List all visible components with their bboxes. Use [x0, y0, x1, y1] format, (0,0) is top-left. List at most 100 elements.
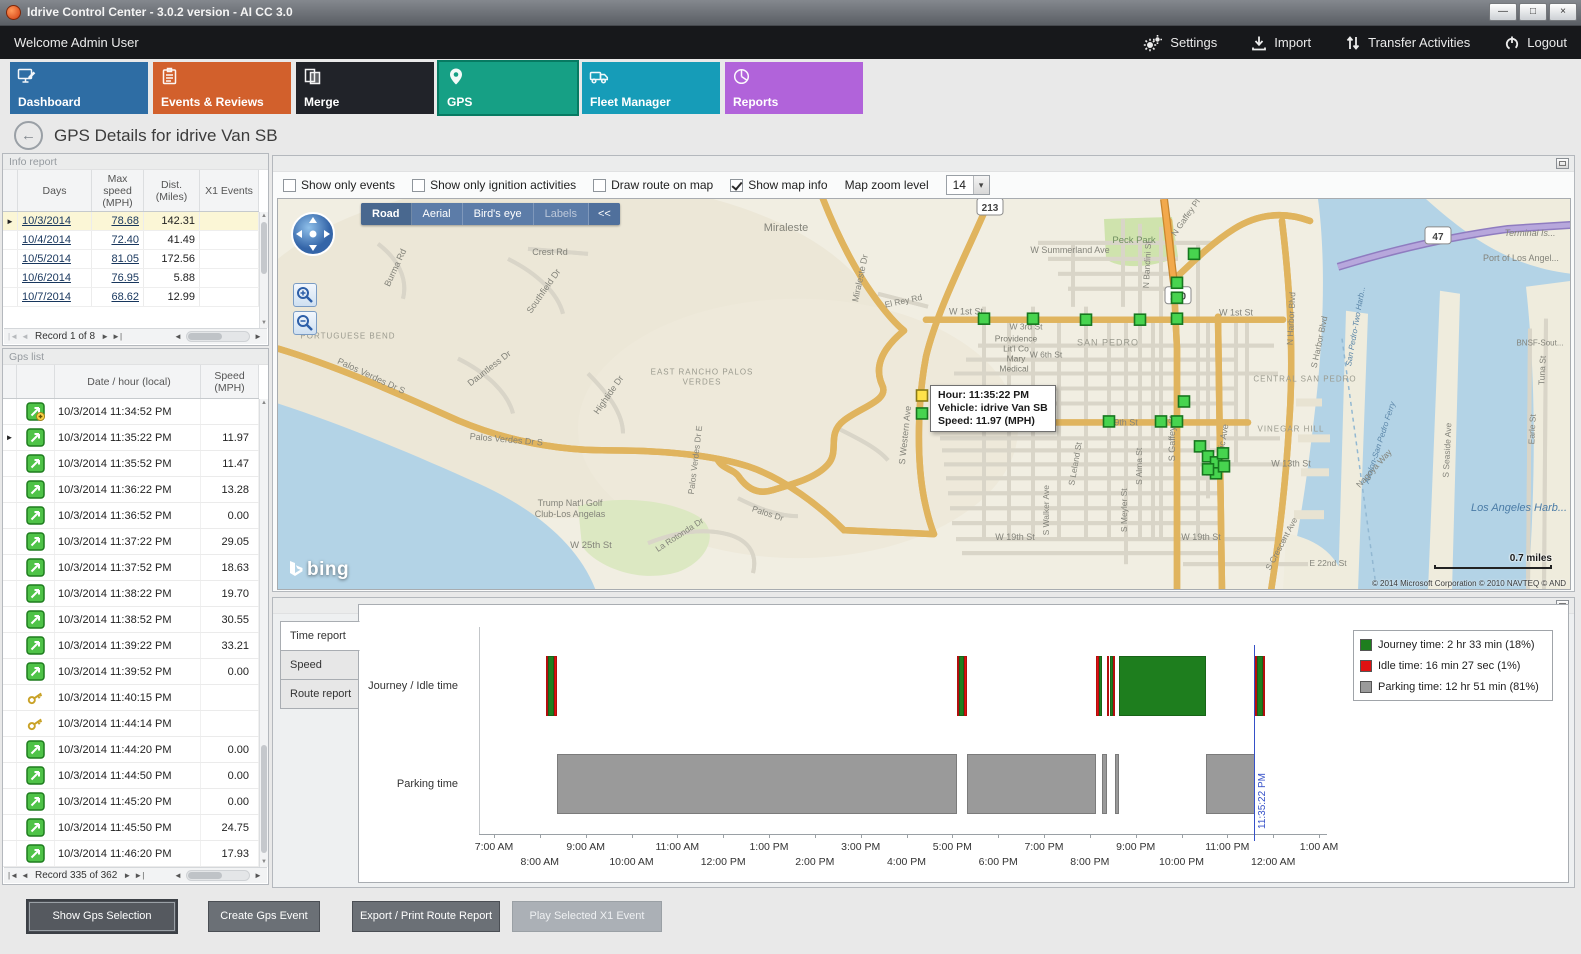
map-zoom-in-button[interactable]	[293, 283, 317, 307]
checkbox-box-icon[interactable]	[412, 179, 425, 192]
gps-marker[interactable]	[1028, 313, 1039, 324]
gps-list-row[interactable]: 10/3/2014 11:38:22 PM19.70	[3, 581, 259, 607]
map-zoom-out-button[interactable]	[293, 311, 317, 335]
nav-tile-dashboard[interactable]: Dashboard	[10, 62, 148, 114]
checkbox-show-map-info[interactable]: Show map info	[730, 178, 827, 192]
max-speed-link[interactable]: 76.95	[111, 272, 139, 284]
gps-pager-last-button[interactable]: ►|	[133, 871, 145, 880]
info-report-row[interactable]: 10/6/201476.955.88	[3, 269, 259, 288]
gps-list-row[interactable]: 10/3/2014 11:44:20 PM0.00	[3, 737, 259, 763]
footer-button-create-gps-event[interactable]: Create Gps Event	[208, 901, 320, 932]
info-column-header[interactable]: X1 Events	[200, 170, 259, 211]
gps-list-row[interactable]: 10/3/2014 11:44:14 PM	[3, 711, 259, 737]
footer-button-show-gps-selection[interactable]: Show Gps Selection	[28, 901, 176, 932]
gps-marker[interactable]	[1104, 416, 1115, 427]
day-link[interactable]: 10/6/2014	[22, 272, 71, 284]
scroll-up-icon[interactable]: ▲	[260, 399, 268, 408]
minimize-button[interactable]: —	[1489, 3, 1517, 21]
gps-list-row[interactable]: 10/3/2014 11:36:22 PM13.28	[3, 477, 259, 503]
map-menu-collapse-button[interactable]: <<	[589, 203, 620, 225]
gps-list-row[interactable]: 10/3/2014 11:37:22 PM29.05	[3, 529, 259, 555]
map-pan-control[interactable]	[290, 211, 336, 260]
gps-marker[interactable]	[1172, 277, 1183, 288]
scroll-left-icon[interactable]: ◄	[172, 871, 184, 880]
gps-marker[interactable]	[1135, 314, 1146, 325]
scroll-right-icon[interactable]: ►	[252, 871, 264, 880]
gps-marker[interactable]	[1172, 313, 1183, 324]
nav-tile-merge[interactable]: Merge	[296, 62, 434, 114]
info-pager-last-button[interactable]: ►|	[111, 332, 123, 341]
info-report-row[interactable]: 10/5/201481.05172.56	[3, 250, 259, 269]
gps-pager-hscrollbar[interactable]: ◄►	[172, 870, 264, 881]
scroll-left-icon[interactable]: ◄	[172, 332, 184, 341]
gps-list-row[interactable]: 10/3/2014 11:46:20 PM17.93	[3, 841, 259, 867]
scroll-down-icon[interactable]: ▼	[260, 858, 268, 867]
gps-list-row[interactable]: 10/3/2014 11:37:52 PM18.63	[3, 555, 259, 581]
maximize-button[interactable]: □	[1519, 3, 1547, 21]
map-panel-collapse-button[interactable]	[1556, 158, 1569, 169]
nav-tile-reports[interactable]: Reports	[725, 62, 863, 114]
gps-marker[interactable]	[1172, 416, 1183, 427]
gps-list-row[interactable]: 10/3/2014 11:45:50 PM24.75	[3, 815, 259, 841]
info-column-header[interactable]: Dist. (Miles)	[144, 170, 200, 211]
gps-pager-first-button[interactable]: |◄	[7, 871, 19, 880]
day-link[interactable]: 10/5/2014	[22, 253, 71, 265]
footer-button-export-print-route-report[interactable]: Export / Print Route Report	[352, 901, 500, 932]
gps-marker[interactable]	[1179, 396, 1190, 407]
gps-marker[interactable]	[1219, 461, 1230, 472]
gps-pager-prev-button[interactable]: ◄	[19, 871, 31, 880]
gps-marker[interactable]	[1081, 314, 1092, 325]
max-speed-link[interactable]: 72.40	[111, 234, 139, 246]
gps-list-row[interactable]: 10/3/2014 11:35:52 PM11.47	[3, 451, 259, 477]
close-button[interactable]: ×	[1549, 3, 1577, 21]
gps-marker[interactable]	[1218, 448, 1229, 459]
gps-pager-next-button[interactable]: ►	[121, 871, 133, 880]
gps-list-row[interactable]: 10/3/2014 11:44:50 PM0.00	[3, 763, 259, 789]
info-pager-first-button[interactable]: |◄	[7, 332, 19, 341]
checkbox-draw-route-on-map[interactable]: Draw route on map	[593, 178, 713, 192]
map-style-bird-s-eye[interactable]: Bird's eye	[463, 203, 534, 225]
nav-tile-events[interactable]: Events & Reviews	[153, 62, 291, 114]
chevron-down-icon[interactable]: ▾	[973, 176, 989, 194]
info-pager-next-button[interactable]: ►	[99, 332, 111, 341]
info-column-header[interactable]: Max speed (MPH)	[92, 170, 144, 211]
gps-list-pager[interactable]: |◄◄Record 335 of 362►►|◄►	[4, 867, 267, 883]
back-button[interactable]: ←	[14, 121, 43, 150]
topbar-action-settings[interactable]: Settings	[1143, 34, 1217, 52]
topbar-action-import[interactable]: Import	[1251, 35, 1311, 51]
gps-list-row[interactable]: 10/3/2014 11:39:22 PM33.21	[3, 633, 259, 659]
scroll-up-icon[interactable]: ▲	[260, 212, 268, 221]
info-column-header[interactable]: Days	[18, 170, 92, 211]
gps-column-header[interactable]: Date / hour (local)	[55, 365, 201, 398]
info-vertical-scrollbar[interactable]: ▲ ▼	[259, 212, 268, 328]
map-style-labels[interactable]: Labels	[534, 203, 589, 225]
checkbox-show-only-ignition-activities[interactable]: Show only ignition activities	[412, 178, 576, 192]
gps-list-row[interactable]: 10/3/2014 11:40:15 PM	[3, 685, 259, 711]
checkbox-show-only-events[interactable]: Show only events	[283, 178, 395, 192]
chart-tab-route-report[interactable]: Route report	[280, 679, 359, 709]
day-link[interactable]: 10/7/2014	[22, 291, 71, 303]
gps-list-row[interactable]: 10/3/2014 11:36:52 PM0.00	[3, 503, 259, 529]
map-zoom-select[interactable]: 14▾	[946, 175, 990, 195]
info-pager-hscrollbar[interactable]: ◄►	[172, 331, 264, 342]
checkbox-box-icon[interactable]	[730, 179, 743, 192]
gps-list-row[interactable]: 10/3/2014 11:45:20 PM0.00	[3, 789, 259, 815]
gps-list-row[interactable]: 10/3/2014 11:39:52 PM0.00	[3, 659, 259, 685]
gps-list-row[interactable]: ►10/3/2014 11:35:22 PM11.97	[3, 425, 259, 451]
gps-list-row[interactable]: 10/3/2014 11:34:52 PM	[3, 399, 259, 425]
time-cursor-line[interactable]	[1254, 645, 1255, 841]
map-style-road[interactable]: Road	[361, 203, 412, 225]
max-speed-link[interactable]: 78.68	[111, 215, 139, 227]
gps-marker[interactable]	[979, 313, 990, 324]
map-canvas[interactable]: MiralestePeck ParkW Summerland AveCrest …	[277, 198, 1571, 590]
gps-column-header[interactable]: Speed (MPH)	[201, 365, 259, 398]
info-report-row[interactable]: 10/7/201468.6212.99	[3, 288, 259, 307]
info-report-pager[interactable]: |◄◄Record 1 of 8►►|◄►	[4, 328, 267, 344]
scroll-right-icon[interactable]: ►	[252, 332, 264, 341]
day-link[interactable]: 10/4/2014	[22, 234, 71, 246]
checkbox-box-icon[interactable]	[283, 179, 296, 192]
gps-list-row[interactable]: 10/3/2014 11:38:52 PM30.55	[3, 607, 259, 633]
max-speed-link[interactable]: 81.05	[111, 253, 139, 265]
max-speed-link[interactable]: 68.62	[111, 291, 139, 303]
chart-tab-time-report[interactable]: Time report	[280, 621, 360, 651]
